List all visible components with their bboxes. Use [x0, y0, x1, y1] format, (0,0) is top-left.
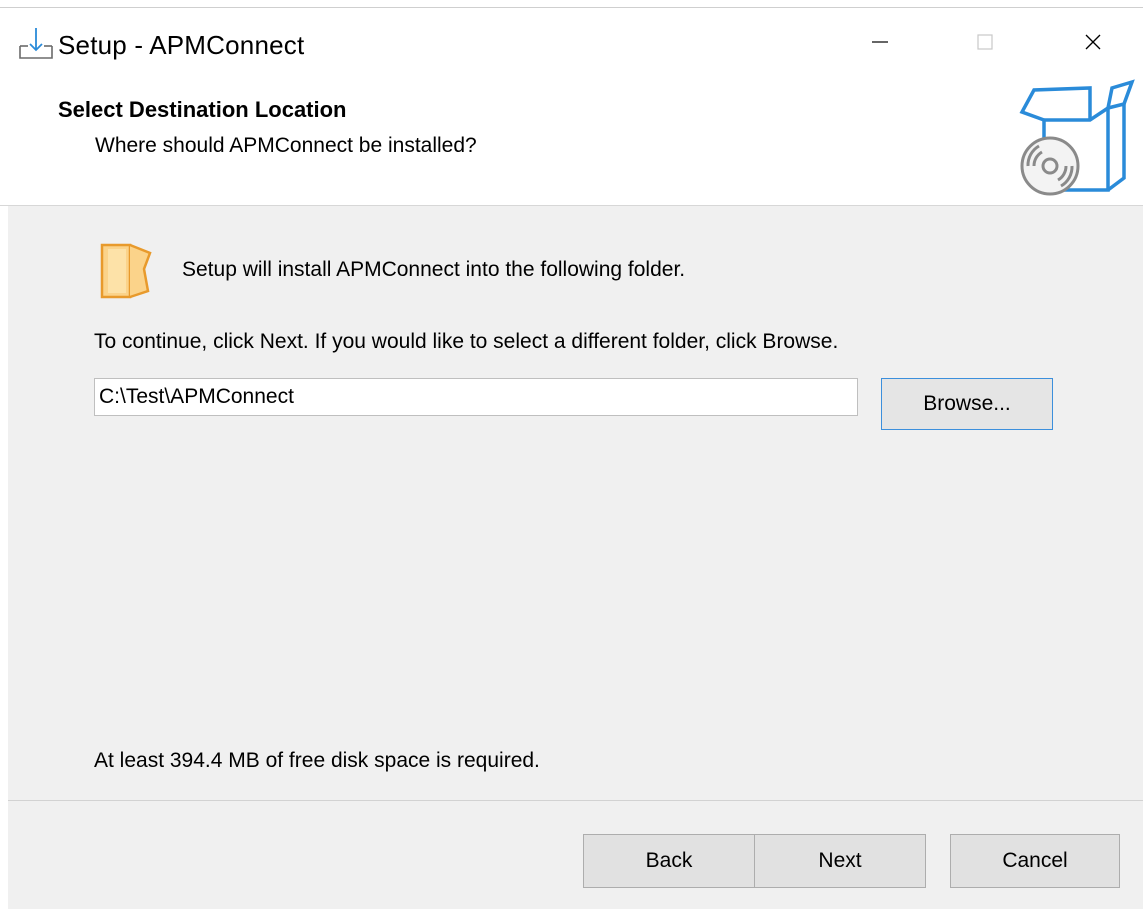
page-subtitle: Where should APMConnect be installed? — [95, 134, 477, 157]
minimize-button[interactable] — [850, 16, 910, 72]
setup-box-disc-icon — [1012, 78, 1138, 198]
instruction-text: To continue, click Next. If you would li… — [94, 330, 839, 353]
next-button[interactable]: Next — [754, 834, 926, 888]
install-intro-text: Setup will install APMConnect into the f… — [182, 258, 686, 281]
setup-download-icon — [18, 26, 54, 60]
window-title: Setup - APMConnect — [58, 30, 305, 60]
title-bar[interactable]: Setup - APMConnect — [0, 8, 1143, 74]
close-icon — [1083, 32, 1103, 57]
destination-path-input[interactable] — [94, 378, 858, 416]
folder-icon — [100, 239, 154, 299]
page-title: Select Destination Location — [58, 97, 347, 122]
maximize-icon — [975, 32, 995, 57]
maximize-button[interactable] — [955, 16, 1015, 72]
close-button[interactable] — [1063, 16, 1123, 72]
minimize-icon — [870, 32, 890, 57]
disk-space-text: At least 394.4 MB of free disk space is … — [94, 749, 540, 772]
wizard-header: Select Destination Location Where should… — [0, 74, 1143, 205]
browse-button[interactable]: Browse... — [881, 378, 1053, 430]
setup-window: Setup - APMConnect Select Destination Lo… — [0, 0, 1143, 909]
back-button[interactable]: Back — [583, 834, 755, 888]
cancel-button[interactable]: Cancel — [950, 834, 1120, 888]
wizard-footer: Back Next Cancel — [8, 801, 1143, 909]
content-panel: Setup will install APMConnect into the f… — [8, 206, 1143, 800]
